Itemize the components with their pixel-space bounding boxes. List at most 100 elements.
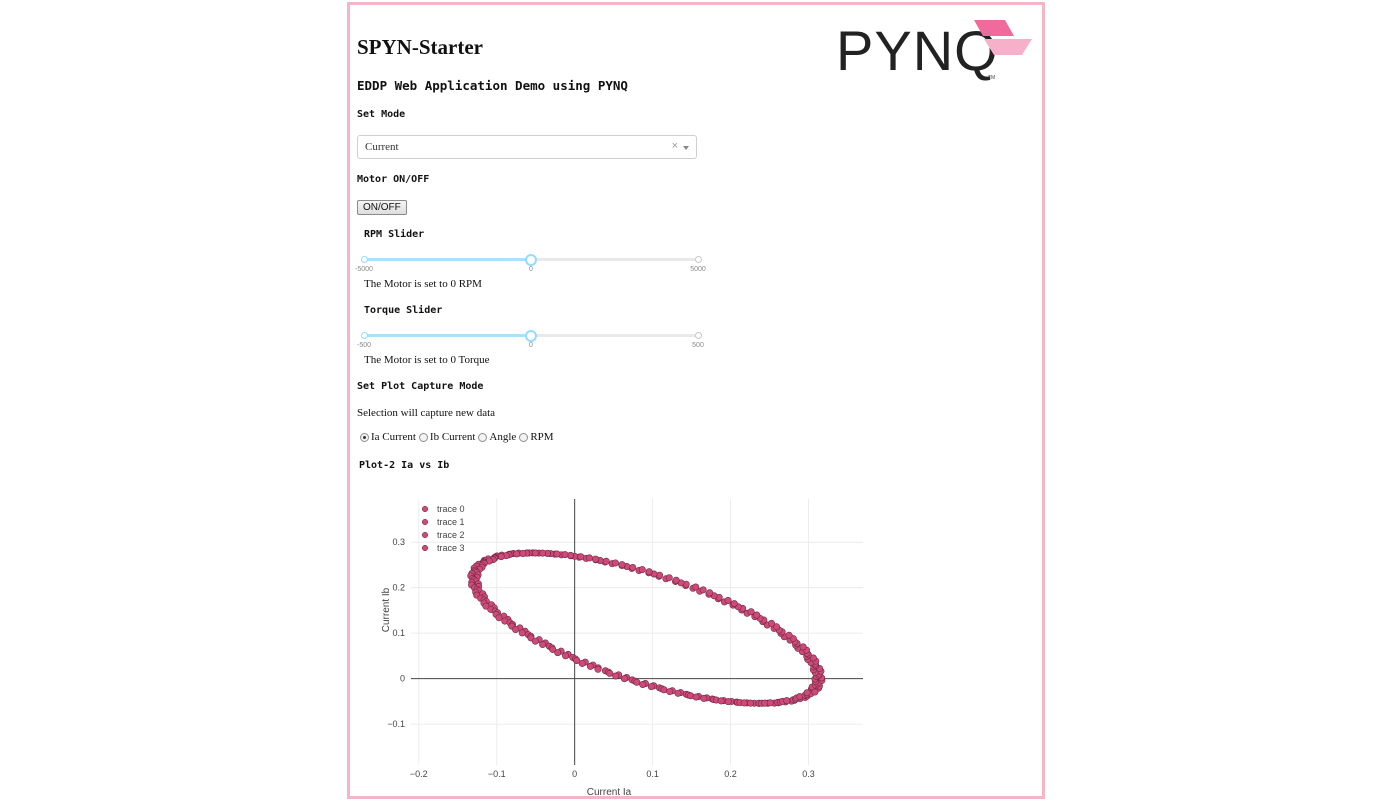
rpm-slider-dot-min: [361, 256, 368, 263]
rpm-slider[interactable]: -5000 0 5000: [355, 254, 706, 273]
clear-selection-icon[interactable]: ×: [672, 140, 678, 152]
scatter-point: [674, 689, 682, 697]
app-title: SPYN-Starter: [357, 35, 483, 59]
y-tick-label: 0.3: [392, 537, 405, 547]
capture-mode-label: Set Plot Capture Mode: [357, 381, 484, 392]
mode-dropdown[interactable]: Current ×: [357, 135, 697, 159]
x-tick-label: 0.2: [724, 769, 737, 779]
legend-label[interactable]: trace 2: [437, 530, 465, 540]
legend-marker: [421, 518, 429, 526]
dropdown-selected-value: Current: [365, 141, 399, 153]
legend-label[interactable]: trace 0: [437, 504, 465, 514]
y-tick-label: 0.1: [392, 628, 405, 638]
scatter-point: [747, 608, 755, 616]
torque-slider-max-mark: 500: [692, 342, 704, 349]
scatter-point: [665, 574, 673, 582]
scatter-point: [647, 683, 655, 691]
radio-angle[interactable]: Angle: [478, 431, 516, 443]
scatter-point: [602, 557, 610, 565]
x-tick-label: −0.1: [488, 769, 506, 779]
scatter-point: [783, 697, 791, 705]
scatter-point: [618, 561, 626, 569]
scatter-point: [766, 699, 774, 707]
scatter-point: [612, 672, 620, 680]
scatter-point: [531, 549, 539, 557]
legend-label[interactable]: trace 1: [437, 517, 465, 527]
app-subtitle: EDDP Web Application Demo using PYNQ: [357, 78, 628, 93]
rpm-slider-label: RPM Slider: [364, 229, 425, 240]
radio-angle-circle[interactable]: [478, 432, 488, 442]
x-tick-label: 0: [572, 769, 577, 779]
y-tick-label: 0.2: [392, 583, 405, 593]
radio-ia-current-label: Ia Current: [371, 431, 416, 443]
scatter-point: [672, 576, 680, 584]
scatter-point: [531, 637, 539, 645]
scatter-point: [753, 611, 761, 619]
rpm-slider-handle[interactable]: [525, 254, 537, 266]
scatter-point: [497, 553, 505, 561]
scatter-point: [740, 699, 748, 707]
radio-angle-label: Angle: [489, 431, 517, 443]
scatter-point: [717, 697, 725, 705]
scatter-point: [629, 564, 637, 572]
scatter-point: [611, 559, 619, 567]
radio-ib-current[interactable]: Ib Current: [418, 431, 476, 443]
rpm-slider-track: [364, 258, 531, 261]
scatter-point: [803, 689, 811, 697]
scatter-point: [539, 641, 547, 649]
rpm-slider-dot-max: [695, 256, 702, 263]
torque-slider[interactable]: -500 0 500: [357, 330, 704, 349]
scatter-plot-svg[interactable]: −0.2 −0.1 0 0.1 0.2 0.3 −0.1 0 0.1 0.2 0.3 Current …: [353, 489, 871, 799]
scatter-point: [586, 662, 594, 670]
legend-label[interactable]: trace 3: [437, 543, 465, 553]
x-tick-label: −0.2: [410, 769, 428, 779]
y-axis-label: Current Ib: [381, 587, 392, 632]
scatter-point: [645, 568, 653, 576]
scatter-point: [768, 619, 776, 627]
scatter-point: [620, 675, 628, 683]
app-frame: SPYN-Starter EDDP Web Application Demo u…: [347, 2, 1045, 799]
radio-ia-current-circle[interactable]: [360, 432, 369, 442]
scatter-point: [785, 631, 793, 639]
radio-ib-current-circle[interactable]: [418, 432, 428, 442]
legend-marker: [421, 531, 429, 539]
plot-heading: Plot-2 Ia vs Ib: [359, 460, 450, 471]
scatter-point: [592, 555, 600, 563]
scatter-point: [633, 678, 641, 686]
logo-chevron-icon: [974, 20, 1032, 55]
scatter-plot[interactable]: −0.2 −0.1 0 0.1 0.2 0.3 −0.1 0 0.1 0.2 0.3 Current …: [353, 489, 871, 799]
scatter-point: [513, 550, 521, 558]
motor-label: Motor ON/OFF: [357, 174, 430, 185]
legend-marker: [421, 544, 429, 552]
x-axis-label: Current Ia: [587, 787, 632, 798]
motor-onoff-button[interactable]: ON/OFF: [357, 200, 407, 215]
radio-ia-current[interactable]: Ia Current: [360, 431, 416, 443]
scatter-point: [639, 680, 647, 688]
scatter-point: [656, 571, 664, 579]
torque-slider-handle[interactable]: [525, 330, 537, 342]
radio-rpm[interactable]: RPM: [519, 431, 554, 443]
set-mode-label: Set Mode: [357, 109, 406, 120]
scatter-point: [666, 688, 674, 696]
scatter-point: [730, 600, 738, 608]
scatter-point: [577, 553, 585, 561]
radio-ib-current-label: Ib Current: [429, 431, 476, 443]
scatter-point: [578, 659, 586, 667]
scatter-point: [692, 693, 700, 701]
scatter-point: [699, 586, 707, 594]
rpm-status-text: The Motor is set to 0 RPM: [364, 278, 482, 290]
pynq-logo: PYNQ TM: [836, 17, 1036, 87]
scatter-point: [561, 551, 569, 559]
legend-marker: [421, 505, 429, 513]
scatter-point: [724, 596, 732, 604]
capture-hint-text: Selection will capture new data: [357, 407, 496, 419]
torque-slider-dot-max: [695, 332, 702, 339]
dropdown-arrow-icon[interactable]: [683, 146, 689, 150]
scatter-point: [638, 566, 646, 574]
torque-slider-label: Torque Slider: [364, 305, 443, 316]
torque-status-text: The Motor is set to 0 Torque: [364, 354, 490, 366]
radio-rpm-circle[interactable]: [519, 432, 529, 442]
y-tick-label: 0: [400, 674, 405, 684]
scatter-point: [553, 550, 561, 558]
torque-slider-track: [364, 334, 531, 337]
